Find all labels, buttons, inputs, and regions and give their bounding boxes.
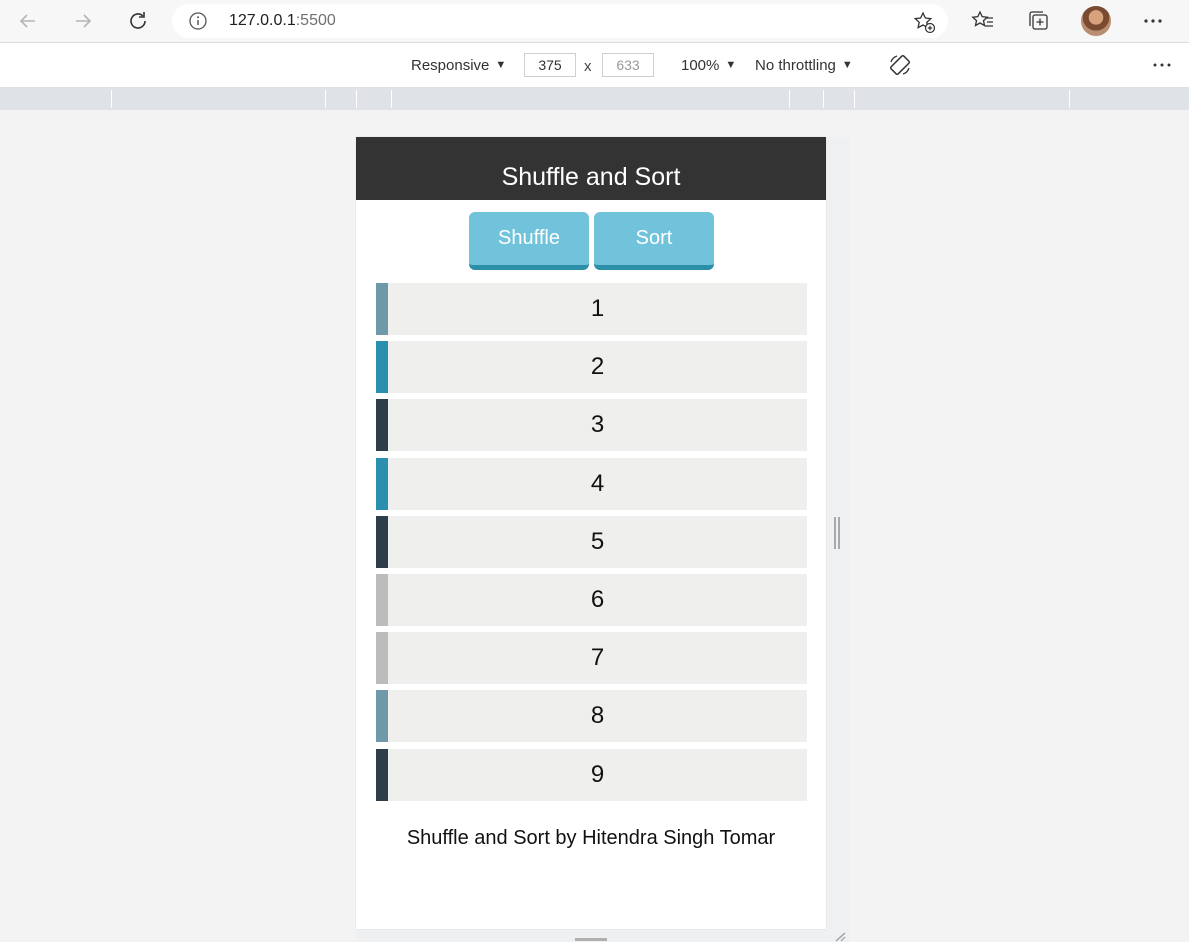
device-label: Responsive [411, 57, 490, 74]
list-item: 6 [376, 573, 807, 626]
media-query-ruler[interactable] [0, 88, 1189, 110]
list-item: 5 [376, 515, 807, 568]
list-item: 4 [376, 457, 807, 510]
device-viewport: Shuffle and Sort Shuffle Sort 1 2 3 4 5 … [356, 137, 826, 929]
width-input[interactable]: 375 [524, 53, 576, 77]
color-bar [376, 457, 388, 510]
url-text[interactable]: 127.0.0.1:5500 [229, 12, 336, 30]
item-number: 9 [590, 760, 605, 788]
footer-credit: Shuffle and Sort by Hitendra Singh Tomar [406, 827, 776, 849]
color-bar [376, 748, 388, 801]
ruler-tick [854, 90, 855, 108]
forward-arrow-icon[interactable] [67, 5, 99, 37]
dropdown-caret-icon: ▼ [841, 59, 853, 71]
favorites-icon[interactable] [967, 5, 999, 37]
color-bar [376, 515, 388, 568]
color-bar [376, 283, 388, 335]
height-input[interactable]: 633 [602, 53, 654, 77]
item-number: 4 [590, 469, 605, 497]
item-number: 8 [590, 702, 605, 730]
profile-avatar[interactable] [1081, 6, 1111, 36]
ruler-tick [325, 90, 326, 108]
color-bar [376, 399, 388, 452]
url-port: :5500 [295, 12, 336, 29]
ruler-tick [1069, 90, 1070, 108]
ruler-tick [356, 90, 357, 108]
device-toolbar: Responsive ▼ 375 x 633 100% ▼ No throttlin… [0, 43, 1189, 88]
list-item: 3 [376, 399, 807, 452]
browser-toolbar: 127.0.0.1:5500 [0, 0, 1189, 43]
info-icon[interactable] [189, 12, 207, 30]
settings-more-icon[interactable] [1137, 5, 1169, 37]
item-number: 3 [590, 411, 605, 439]
collections-icon[interactable] [1022, 5, 1054, 37]
item-number: 2 [590, 353, 605, 381]
list-item: 7 [376, 632, 807, 685]
refresh-icon[interactable] [122, 5, 154, 37]
number-list: 1 2 3 4 5 6 7 8 9 [376, 283, 807, 807]
list-item: 8 [376, 690, 807, 743]
color-bar [376, 690, 388, 743]
item-number: 7 [590, 644, 605, 672]
color-bar [376, 341, 388, 394]
shuffle-button[interactable]: Shuffle [469, 212, 589, 270]
back-arrow-icon[interactable] [12, 5, 44, 37]
throttling-select[interactable]: No throttling ▼ [755, 57, 853, 74]
resize-handle-bottom[interactable] [575, 938, 607, 941]
sort-button[interactable]: Sort [594, 212, 714, 270]
page-title: Shuffle and Sort [501, 163, 681, 191]
ruler-tick [111, 90, 112, 108]
list-item: 9 [376, 748, 807, 801]
resize-corner-icon[interactable] [834, 932, 846, 942]
list-item: 2 [376, 341, 807, 394]
rotate-icon[interactable] [888, 53, 912, 77]
app-header: Shuffle and Sort [356, 137, 826, 200]
color-bar [376, 573, 388, 626]
resize-handle-right[interactable] [834, 517, 840, 549]
item-number: 6 [590, 585, 605, 613]
color-bar [376, 632, 388, 685]
ruler-tick [789, 90, 790, 108]
item-number: 5 [590, 527, 605, 555]
list-item: 1 [376, 283, 807, 335]
ruler-tick [391, 90, 392, 108]
device-select[interactable]: Responsive ▼ [411, 57, 506, 74]
address-bar[interactable]: 127.0.0.1:5500 [172, 4, 948, 38]
ruler-tick [823, 90, 824, 108]
more-options-icon[interactable] [1150, 53, 1174, 77]
dropdown-caret-icon: ▼ [725, 59, 737, 71]
throttling-label: No throttling [755, 57, 836, 74]
url-host: 127.0.0.1 [229, 12, 296, 29]
dimension-separator: x [584, 58, 592, 75]
zoom-select[interactable]: 100% ▼ [681, 57, 736, 74]
add-favorite-icon[interactable] [912, 10, 936, 34]
item-number: 1 [590, 295, 605, 322]
zoom-label: 100% [681, 57, 720, 74]
dropdown-caret-icon: ▼ [495, 59, 507, 71]
